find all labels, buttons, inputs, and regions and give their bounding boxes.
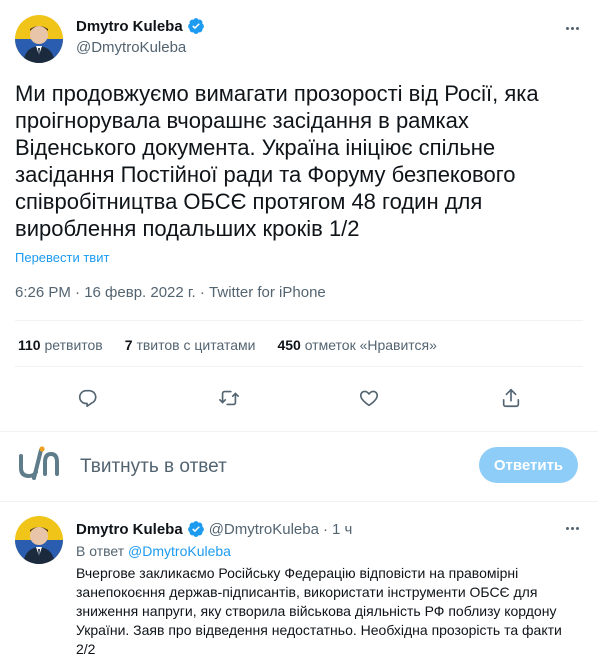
reply-to-prefix: В ответ bbox=[76, 543, 125, 559]
tweet-text: Ми продовжуємо вимагати прозорості від Р… bbox=[15, 81, 539, 241]
divider bbox=[15, 320, 583, 321]
separator-dot: · bbox=[322, 520, 328, 538]
heart-icon[interactable] bbox=[355, 384, 383, 412]
reply-icon[interactable] bbox=[74, 384, 102, 412]
tweet-timestamp[interactable]: 6:26 PM · 16 февр. 2022 г. · Twitter for… bbox=[15, 284, 326, 301]
retweets-stat[interactable]: 110 ретвитов bbox=[18, 337, 103, 353]
likes-count: 450 bbox=[277, 337, 301, 353]
verified-badge-icon bbox=[187, 17, 205, 35]
author-name[interactable]: Dmytro Kuleba bbox=[76, 18, 183, 35]
retweet-icon[interactable] bbox=[215, 384, 243, 412]
main-tweet: Dmytro Kuleba @DmytroKuleba Ми продовжує… bbox=[0, 0, 598, 432]
quotes-label: твитов с цитатами bbox=[136, 337, 256, 353]
translate-link[interactable]: Перевести твит bbox=[15, 250, 109, 265]
name-row: Dmytro Kuleba bbox=[76, 17, 205, 35]
author-handle[interactable]: @DmytroKuleba bbox=[76, 39, 205, 56]
reply-tweet-text: Вчергове закликаємо Російську Федерацію … bbox=[76, 565, 562, 657]
likes-stat[interactable]: 450 отметок «Нравится» bbox=[277, 337, 437, 353]
retweets-label: ретвитов bbox=[44, 337, 103, 353]
tweet-stats: 110 ретвитов 7 твитов с цитатами 450 отм… bbox=[18, 337, 437, 353]
author-block: Dmytro Kuleba @DmytroKuleba bbox=[76, 17, 205, 56]
reply-author-name[interactable]: Dmytro Kuleba bbox=[76, 521, 183, 538]
avatar[interactable] bbox=[15, 516, 63, 564]
quotes-stat[interactable]: 7 твитов с цитатами bbox=[125, 337, 256, 353]
reply-author-handle[interactable]: @DmytroKuleba bbox=[209, 521, 319, 538]
reply-to-line: В ответ @DmytroKuleba bbox=[76, 543, 231, 559]
share-icon[interactable] bbox=[497, 384, 525, 412]
likes-label: отметок «Нравится» bbox=[304, 337, 437, 353]
reply-header: Dmytro Kuleba @DmytroKuleba · 1 ч bbox=[76, 520, 352, 538]
reply-input[interactable]: Твитнуть в ответ bbox=[80, 456, 227, 478]
divider bbox=[15, 366, 583, 367]
retweets-count: 110 bbox=[18, 337, 41, 353]
user-avatar-logo-icon bbox=[18, 446, 60, 482]
more-options-icon[interactable] bbox=[560, 516, 584, 540]
reply-tweet: Dmytro Kuleba @DmytroKuleba · 1 ч В отве… bbox=[0, 502, 598, 670]
more-options-icon[interactable] bbox=[560, 16, 584, 40]
avatar[interactable] bbox=[15, 15, 63, 63]
reply-to-mention[interactable]: @DmytroKuleba bbox=[128, 543, 231, 559]
tweet-actions bbox=[0, 380, 598, 416]
verified-badge-icon bbox=[187, 520, 205, 538]
reply-time[interactable]: 1 ч bbox=[332, 521, 352, 538]
reply-button[interactable]: Ответить bbox=[479, 447, 578, 483]
reply-composer: Твитнуть в ответ Ответить bbox=[0, 432, 598, 502]
quotes-count: 7 bbox=[124, 337, 133, 353]
